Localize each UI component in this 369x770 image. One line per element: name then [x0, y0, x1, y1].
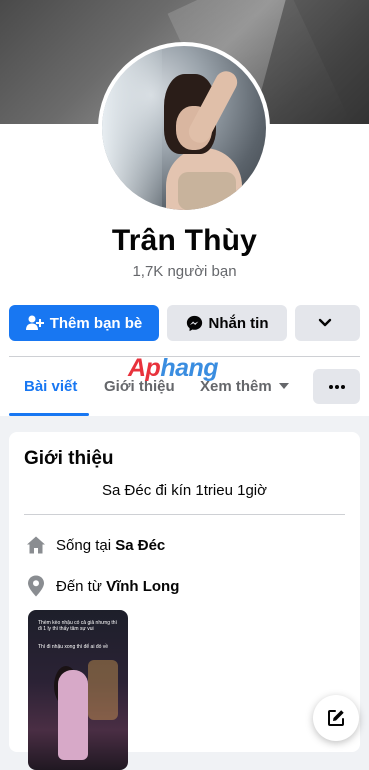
edit-icon	[328, 710, 344, 726]
watermark-logo: Aphang	[128, 354, 219, 382]
lives-prefix: Sống tại	[56, 536, 116, 554]
avatar-image	[102, 46, 266, 210]
message-button[interactable]: Nhắn tin	[167, 305, 287, 341]
lives-place[interactable]: Sa Đéc	[115, 537, 165, 554]
intro-title: Giới thiệu	[24, 448, 114, 469]
more-actions-button[interactable]	[295, 305, 360, 341]
add-friend-icon	[25, 315, 44, 330]
info-lives-in: Sống tại Sa Đéc	[24, 533, 165, 557]
profile-name: Trân Thùy	[111, 224, 258, 257]
intro-card: Giới thiệu Sa Đéc đi kín 1trieu 1giờ Sốn…	[9, 432, 360, 770]
add-friend-label: Thêm bạn bè	[49, 314, 143, 332]
messenger-icon	[186, 315, 202, 331]
tab-posts[interactable]: Bài viết	[24, 357, 77, 415]
intro-divider	[24, 514, 345, 515]
photo-caption-2: Thì đi nhậu xong thì để ai đó về	[38, 644, 109, 650]
from-prefix: Đến từ	[56, 577, 107, 595]
more-dots-icon	[328, 384, 345, 389]
add-friend-button[interactable]: Thêm bạn bè	[9, 305, 159, 341]
photo-caption-1: Thèm kèo nhậu có cả giả nhưng thì đi 1 l…	[38, 620, 117, 632]
active-tab-indicator	[9, 413, 89, 416]
intro-bio: Sa Đéc đi kín 1trieu 1giờ	[102, 482, 267, 499]
compose-button[interactable]	[313, 695, 359, 741]
location-pin-icon	[24, 574, 48, 598]
home-icon	[24, 533, 48, 557]
caret-down-icon	[278, 383, 289, 389]
featured-photo[interactable]: Thèm kèo nhậu có cả giả nhưng thì đi 1 l…	[28, 610, 128, 770]
chevron-down-icon	[318, 318, 331, 327]
from-place[interactable]: Vĩnh Long	[106, 578, 179, 595]
message-label: Nhắn tin	[208, 314, 269, 332]
friends-count[interactable]: 1,7K người bạn	[0, 263, 369, 280]
tabs-more-button[interactable]	[313, 369, 360, 404]
profile-avatar[interactable]	[98, 42, 270, 214]
info-from: Đến từ Vĩnh Long	[24, 574, 179, 598]
